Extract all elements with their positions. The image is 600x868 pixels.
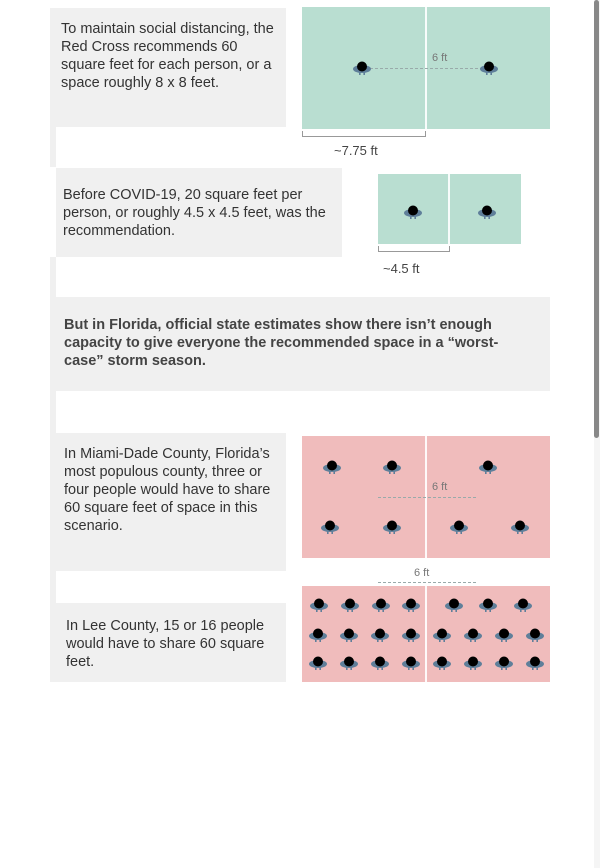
section-3-text: But in Florida, official state estimates… bbox=[64, 317, 499, 369]
section-1-distance-line bbox=[370, 68, 488, 69]
section-2-width-label: ~4.5 ft bbox=[383, 261, 420, 276]
section-2-connector bbox=[50, 257, 56, 297]
section-5-distance-label: 6 ft bbox=[414, 567, 430, 579]
person-topdown-icon bbox=[445, 598, 463, 612]
person-topdown-icon bbox=[433, 656, 451, 670]
section-1-text: To maintain social distancing, the Red C… bbox=[61, 21, 274, 91]
person-topdown-icon bbox=[479, 460, 497, 474]
person-topdown-icon bbox=[514, 598, 532, 612]
section-4-connector bbox=[50, 571, 56, 603]
person-topdown-icon bbox=[353, 61, 371, 75]
person-topdown-icon bbox=[404, 205, 422, 219]
person-topdown-icon bbox=[310, 598, 328, 612]
section-3-connector bbox=[50, 391, 56, 433]
section-5-distance-line bbox=[378, 582, 476, 583]
person-topdown-icon bbox=[309, 656, 327, 670]
person-topdown-icon bbox=[340, 628, 358, 642]
person-topdown-icon bbox=[511, 520, 529, 534]
section-1-distance-label: 6 ft bbox=[432, 52, 448, 64]
section-4-distance-label: 6 ft bbox=[432, 481, 448, 493]
section-2-width-bracket bbox=[378, 246, 450, 252]
person-topdown-icon bbox=[495, 656, 513, 670]
person-topdown-icon bbox=[323, 460, 341, 474]
person-topdown-icon bbox=[309, 628, 327, 642]
scrollbar-thumb[interactable] bbox=[594, 0, 599, 438]
person-topdown-icon bbox=[402, 628, 420, 642]
section-5-room-divider bbox=[425, 586, 427, 682]
section-1-connector bbox=[50, 127, 56, 167]
person-topdown-icon bbox=[526, 656, 544, 670]
person-topdown-icon bbox=[464, 656, 482, 670]
section-1-width-bracket bbox=[302, 131, 426, 137]
person-topdown-icon bbox=[433, 628, 451, 642]
person-topdown-icon bbox=[371, 628, 389, 642]
section-2-room-divider bbox=[448, 174, 450, 244]
section-4-text: In Miami-Dade County, Florida’s most pop… bbox=[64, 446, 271, 534]
person-topdown-icon bbox=[478, 205, 496, 219]
person-topdown-icon bbox=[464, 628, 482, 642]
person-topdown-icon bbox=[383, 460, 401, 474]
person-topdown-icon bbox=[495, 628, 513, 642]
person-topdown-icon bbox=[526, 628, 544, 642]
person-topdown-icon bbox=[340, 656, 358, 670]
person-topdown-icon bbox=[383, 520, 401, 534]
person-topdown-icon bbox=[450, 520, 468, 534]
person-topdown-icon bbox=[372, 598, 390, 612]
person-topdown-icon bbox=[480, 61, 498, 75]
section-2-text: Before COVID-19, 20 square feet per pers… bbox=[63, 187, 326, 239]
person-topdown-icon bbox=[479, 598, 497, 612]
section-4-distance-line bbox=[378, 497, 476, 498]
section-5-text: In Lee County, 15 or 16 people would hav… bbox=[66, 618, 265, 670]
section-1-width-label: ~7.75 ft bbox=[334, 143, 378, 158]
person-topdown-icon bbox=[341, 598, 359, 612]
person-topdown-icon bbox=[371, 656, 389, 670]
person-topdown-icon bbox=[402, 656, 420, 670]
person-topdown-icon bbox=[402, 598, 420, 612]
person-topdown-icon bbox=[321, 520, 339, 534]
